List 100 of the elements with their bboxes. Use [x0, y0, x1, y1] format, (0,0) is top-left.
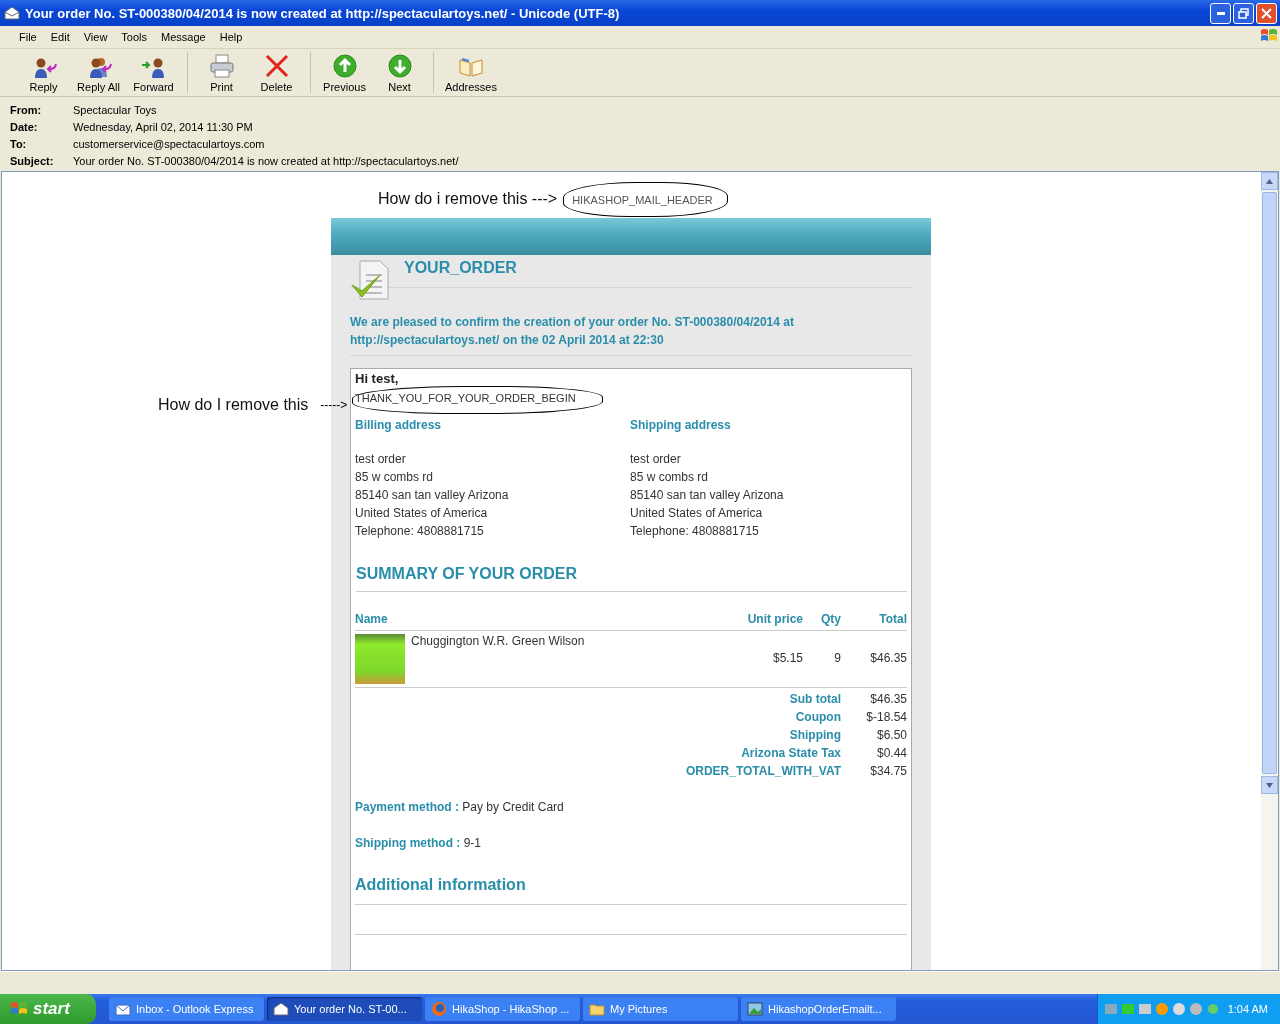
address-line: test order [355, 451, 407, 468]
total-label: Sub total [788, 692, 841, 706]
address-heading: Billing address [355, 418, 443, 432]
header-label: To: [10, 137, 28, 150]
toolbar-button[interactable]: Next [372, 49, 427, 96]
address-line: United States of America [355, 505, 489, 522]
address-line: Telephone: 4808881715 [355, 523, 485, 540]
taskbar-button[interactable]: Your order No. ST-00... [267, 997, 422, 1021]
menu-item[interactable]: Edit [43, 31, 77, 43]
globe-icon [431, 1001, 447, 1017]
greeting: Hi test, [355, 371, 400, 386]
taskbar-button[interactable]: HikashopOrderEmailt... [741, 997, 896, 1021]
tray-icon[interactable] [1171, 1002, 1186, 1016]
total-label: Shipping [788, 728, 841, 742]
menu-item[interactable]: File [12, 31, 44, 43]
toolbar-button[interactable]: Delete [249, 49, 304, 96]
total-value: $46.35 [869, 692, 907, 706]
column-header: Total [841, 612, 907, 631]
address-line: 85 w combs rd [355, 469, 435, 486]
close-icon [1261, 7, 1272, 19]
tray-icon[interactable] [1188, 1002, 1203, 1016]
column-header: Name [355, 612, 585, 631]
menu-item[interactable]: View [76, 31, 115, 43]
minimize-button[interactable] [1210, 2, 1231, 24]
total-value: $-18.54 [865, 710, 907, 724]
book-icon [458, 56, 484, 78]
scroll-down-button[interactable] [1261, 776, 1278, 794]
total-label: Arizona State Tax [740, 746, 841, 760]
tray-icon[interactable] [1137, 1002, 1152, 1016]
total-label: Coupon [794, 710, 841, 724]
scrollbar-thumb[interactable] [1262, 192, 1277, 774]
menu-item[interactable]: Message [154, 31, 213, 43]
address-line: Telephone: 4808881715 [630, 523, 760, 540]
down-triangle-icon [1266, 782, 1273, 788]
summary-heading: SUMMARY OF YOUR ORDER [356, 565, 907, 592]
header-value: customerservice@spectaculartoys.com [73, 137, 265, 150]
toolbar-button[interactable]: Reply All [71, 49, 126, 96]
toolbar-button[interactable]: Forward [126, 49, 181, 96]
taskbar-button[interactable]: HikaShop - HikaShop ... [425, 997, 580, 1021]
toolbar-button[interactable]: Previous [317, 49, 372, 96]
total-value: $34.75 [869, 764, 907, 778]
order-title: YOUR_ORDER [404, 258, 517, 277]
toolbar-button[interactable]: Reply [16, 49, 71, 96]
toolbar-button[interactable]: Addresses [440, 49, 502, 96]
header-label: From: [10, 103, 43, 116]
method-label: Shipping method : [355, 836, 461, 850]
table-cell: $5.15 [723, 631, 803, 688]
annotation-text: How do I remove this [158, 396, 309, 414]
close-button[interactable] [1256, 2, 1277, 24]
address-line: 85140 san tan valley Arizona [355, 487, 510, 504]
header-label: Subject: [10, 154, 55, 167]
minimize-icon [1216, 11, 1225, 15]
folder-icon [589, 1001, 605, 1017]
restore-icon [1238, 7, 1249, 19]
section-heading: Additional information [355, 876, 907, 905]
annotation-arrow: -----> [320, 398, 348, 412]
windows-logo-icon [10, 1001, 28, 1017]
restore-button[interactable] [1233, 2, 1254, 24]
printer-icon [208, 54, 235, 78]
address-line: United States of America [630, 505, 764, 522]
taskbar-button[interactable]: My Pictures [583, 997, 738, 1021]
total-label: ORDER_TOTAL_WITH_VAT [684, 764, 841, 778]
column-header: Qty [803, 612, 841, 631]
method-value: 9-1 [463, 836, 481, 850]
window-title: Your order No. ST-000380/04/2014 is now created at http://spectaculartoys.net/ - Unicode (UTF-8) [25, 5, 621, 21]
address-line: test order [630, 451, 682, 468]
picture-icon [747, 1001, 763, 1017]
header-label: Date: [10, 120, 39, 133]
table-cell: 9 [803, 631, 841, 688]
total-value: $6.50 [875, 728, 907, 742]
clock: 1:04 AM [1227, 1003, 1268, 1015]
table-cell: $46.35 [841, 631, 907, 688]
taskbar-button[interactable]: Inbox - Outlook Express [109, 997, 264, 1021]
vertical-scrollbar[interactable] [1261, 172, 1278, 970]
tray-icon[interactable] [1154, 1002, 1169, 1016]
tray-icon[interactable] [1205, 1002, 1220, 1016]
circled-placeholder-text: HIKASHOP_MAIL_HEADER [563, 181, 728, 217]
address-line: 85140 san tan valley Arizona [630, 487, 785, 504]
header-value: Wednesday, April 02, 2014 11:30 PM [73, 120, 253, 133]
method-label: Payment method : [355, 800, 459, 814]
header-value: Spectacular Toys [73, 103, 157, 116]
total-value: $0.44 [875, 746, 907, 760]
tray-icon[interactable] [1120, 1002, 1135, 1016]
photo-placeholder [355, 634, 405, 684]
menu-item[interactable]: Help [212, 31, 250, 43]
x-icon [264, 54, 289, 78]
circled-placeholder-text: THANK_YOU_FOR_YOUR_ORDER_BEGIN [352, 386, 603, 414]
method-value: Pay by Credit Card [462, 800, 564, 814]
product-name: Chuggington W.R. Green Wilson [411, 634, 585, 650]
header-value: Your order No. ST-000380/04/2014 is now created at http://spectaculartoys.net/ [73, 154, 459, 167]
column-header: Unit price [723, 612, 803, 631]
person-arrow-icon [140, 56, 167, 78]
scroll-up-button[interactable] [1261, 172, 1278, 190]
toolbar-button[interactable]: Print [194, 49, 249, 96]
menu-item[interactable]: Tools [114, 31, 155, 43]
address-line: 85 w combs rd [630, 469, 710, 486]
address-heading: Shipping address [630, 418, 732, 432]
confirmation-text: We are pleased to confirm the creation of your order No. ST-000380/04/2014 at http://spectaculartoys.net/ on the 02 April 2014 at 22:30 [350, 313, 912, 356]
up-triangle-icon [1266, 178, 1273, 184]
annotation-text: How do i remove this ---> [378, 190, 558, 208]
